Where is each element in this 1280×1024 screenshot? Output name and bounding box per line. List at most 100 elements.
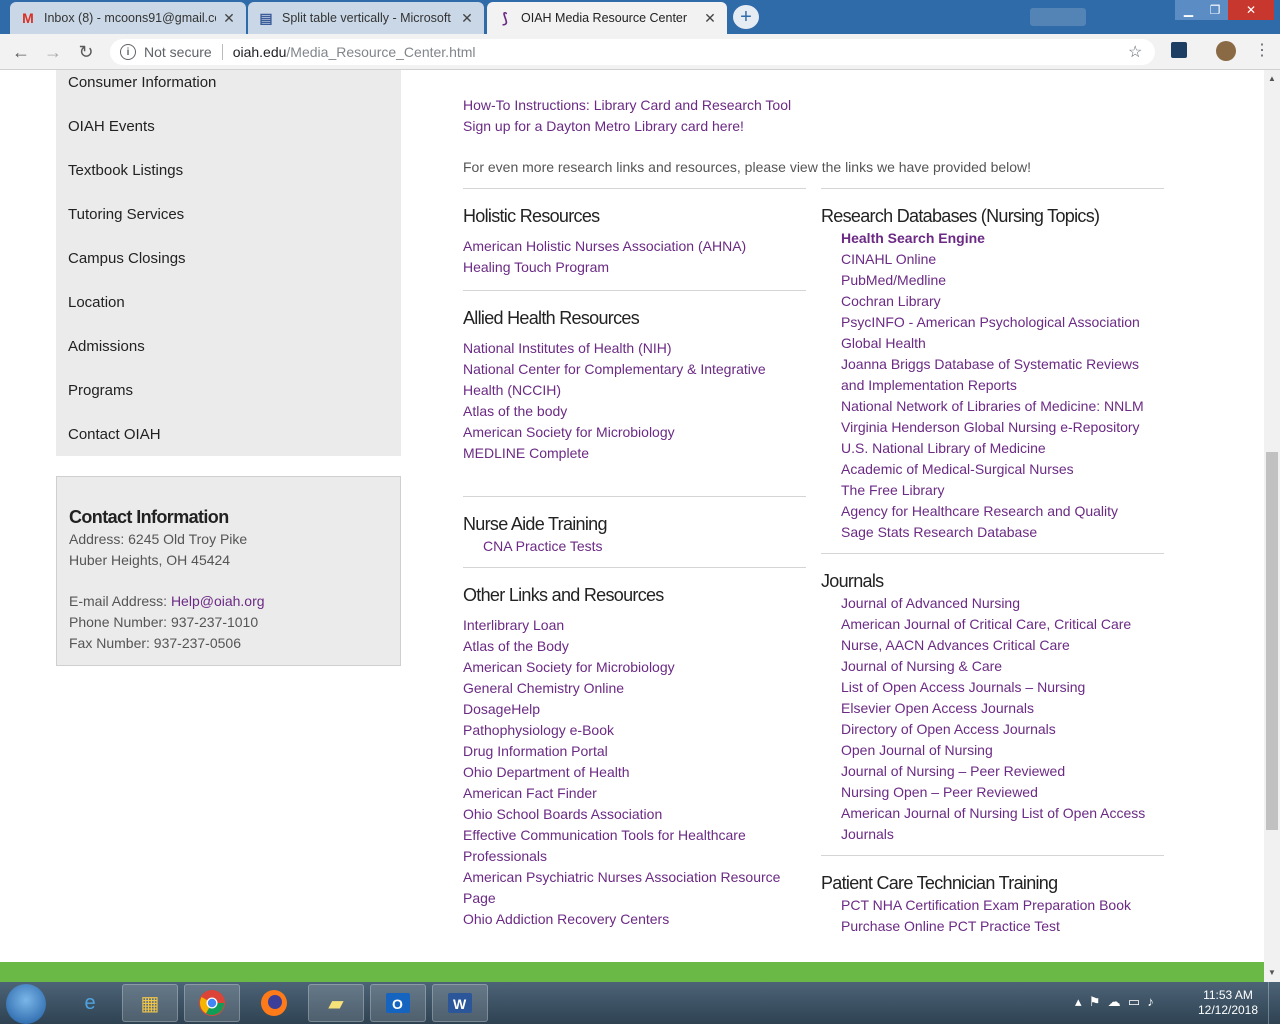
nursing-care-link[interactable]: Journal of Nursing & Care: [841, 656, 1164, 677]
us-library-medicine-link[interactable]: U.S. National Library of Medicine: [841, 438, 1164, 459]
sidebar-item-textbook-listings[interactable]: Textbook Listings: [68, 162, 183, 179]
sidebar-item-consumer-information[interactable]: Consumer Information: [68, 74, 216, 91]
intro-links: How-To Instructions: Library Card and Re…: [463, 95, 791, 137]
general-chemistry-link[interactable]: General Chemistry Online: [463, 678, 806, 699]
elsevier-link[interactable]: Elsevier Open Access Journals: [841, 698, 1164, 719]
nccih-link[interactable]: National Center for Complementary & Inte…: [463, 359, 793, 401]
back-arrow-icon[interactable]: ←: [10, 41, 32, 63]
tab-oiah-media[interactable]: ⟆ OIAH Media Resource Center ✕: [487, 2, 727, 34]
sidebar-item-location[interactable]: Location: [68, 294, 125, 311]
health-search-engine-link[interactable]: Health Search Engine: [841, 228, 1164, 249]
joanna-briggs-link[interactable]: Joanna Briggs Database of Systematic Rev…: [841, 354, 1141, 396]
sidebar-item-oiah-events[interactable]: OIAH Events: [68, 118, 155, 135]
journal-nursing-peer-link[interactable]: Journal of Nursing – Peer Reviewed: [841, 761, 1164, 782]
critical-care-link[interactable]: American Journal of Critical Care, Criti…: [841, 614, 1146, 656]
sticky-notes-icon[interactable]: ▰: [308, 984, 364, 1022]
allied-health-section: Allied Health Resources National Institu…: [463, 306, 806, 464]
psychiatric-nurses-link[interactable]: American Psychiatric Nurses Association …: [463, 867, 788, 909]
advanced-nursing-link[interactable]: Journal of Advanced Nursing: [841, 593, 1164, 614]
nnlm-link[interactable]: National Network of Libraries of Medicin…: [841, 396, 1164, 417]
psycinfo-link[interactable]: PsycINFO - American Psychological Associ…: [841, 312, 1164, 333]
sidebar-item-contact-oiah[interactable]: Contact OIAH: [68, 426, 161, 443]
close-icon[interactable]: ✕: [460, 10, 474, 27]
open-journal-nursing-link[interactable]: Open Journal of Nursing: [841, 740, 1164, 761]
medline-complete-link[interactable]: MEDLINE Complete: [463, 443, 806, 464]
scroll-up-icon[interactable]: ▲: [1268, 74, 1276, 83]
interlibrary-loan-link[interactable]: Interlibrary Loan: [463, 615, 806, 636]
new-tab-button[interactable]: +: [733, 5, 759, 29]
atlas-of-the-body-link[interactable]: Atlas of the Body: [463, 636, 806, 657]
page-scrollbar[interactable]: ▲ ▼: [1264, 70, 1280, 982]
sidebar-item-tutoring-services[interactable]: Tutoring Services: [68, 206, 184, 223]
file-explorer-icon[interactable]: ▦: [122, 984, 178, 1022]
bookmark-star-icon[interactable]: ☆: [1128, 42, 1142, 62]
pct-practice-test-link[interactable]: Purchase Online PCT Practice Test: [841, 916, 1164, 937]
menu-dots-icon[interactable]: ⋮: [1254, 40, 1270, 60]
email-label: E-mail Address:: [69, 593, 171, 609]
atlas-of-body-link[interactable]: Atlas of the body: [463, 401, 806, 422]
dayton-library-signup-link[interactable]: Sign up for a Dayton Metro Library card …: [463, 116, 791, 137]
sage-stats-link[interactable]: Sage Stats Research Database: [841, 522, 1164, 543]
free-library-link[interactable]: The Free Library: [841, 480, 1164, 501]
cna-practice-tests-link[interactable]: CNA Practice Tests: [483, 536, 806, 557]
healing-touch-link[interactable]: Healing Touch Program: [463, 257, 806, 278]
forward-arrow-icon[interactable]: →: [42, 41, 64, 63]
nursing-open-link[interactable]: Nursing Open – Peer Reviewed: [841, 782, 1164, 803]
nih-link[interactable]: National Institutes of Health (NIH): [463, 338, 806, 359]
pct-book-link[interactable]: PCT NHA Certification Exam Preparation B…: [841, 895, 1164, 916]
show-desktop-button[interactable]: [1268, 982, 1280, 1024]
internet-explorer-icon[interactable]: e: [62, 984, 118, 1022]
ahrq-link[interactable]: Agency for Healthcare Research and Quali…: [841, 501, 1164, 522]
doaj-link[interactable]: Directory of Open Access Journals: [841, 719, 1164, 740]
email-link[interactable]: Help@oiah.org: [171, 593, 265, 609]
addiction-recovery-link[interactable]: Ohio Addiction Recovery Centers: [463, 909, 806, 930]
microbiology-link[interactable]: American Society for Microbiology: [463, 422, 806, 443]
minimize-button[interactable]: ▁: [1175, 0, 1202, 20]
ohio-school-boards-link[interactable]: Ohio School Boards Association: [463, 804, 806, 825]
cochran-library-link[interactable]: Cochran Library: [841, 291, 1164, 312]
sidebar-item-programs[interactable]: Programs: [68, 382, 133, 399]
address-bar[interactable]: i Not secure oiah.edu/Media_Resource_Cen…: [110, 39, 1155, 65]
scrollbar-thumb[interactable]: [1266, 452, 1278, 830]
chrome-icon[interactable]: [184, 984, 240, 1022]
extension-icon[interactable]: [1171, 42, 1187, 58]
start-button[interactable]: [6, 984, 46, 1024]
divider: [463, 567, 806, 568]
virginia-henderson-link[interactable]: Virginia Henderson Global Nursing e-Repo…: [841, 417, 1164, 438]
maximize-button[interactable]: ❐: [1202, 0, 1228, 20]
tab-microsoft-doc[interactable]: ▤ Split table vertically - Microsoft O ✕: [248, 2, 484, 34]
close-icon[interactable]: ✕: [222, 10, 236, 27]
clock[interactable]: 11:53 AM 12/12/2018: [1192, 988, 1264, 1018]
communication-tools-link[interactable]: Effective Communication Tools for Health…: [463, 825, 783, 867]
system-tray[interactable]: ▴ ⚑ ☁ ▭ ♪: [1075, 994, 1154, 1010]
close-icon[interactable]: ✕: [703, 10, 717, 27]
ahna-link[interactable]: American Holistic Nurses Association (AH…: [463, 236, 806, 257]
american-fact-finder-link[interactable]: American Fact Finder: [463, 783, 806, 804]
microbiology-link[interactable]: American Society for Microbiology: [463, 657, 806, 678]
scroll-down-icon[interactable]: ▼: [1268, 968, 1276, 977]
ohio-health-dept-link[interactable]: Ohio Department of Health: [463, 762, 806, 783]
firefox-icon[interactable]: [246, 984, 302, 1022]
global-health-link[interactable]: Global Health: [841, 333, 1164, 354]
pathophysiology-ebook-link[interactable]: Pathophysiology e-Book: [463, 720, 806, 741]
profile-avatar[interactable]: [1216, 41, 1236, 61]
profile-button[interactable]: [1030, 8, 1086, 26]
reload-icon[interactable]: ↻: [75, 41, 97, 63]
tab-gmail[interactable]: M Inbox (8) - mcoons91@gmail.com ✕: [10, 2, 246, 34]
cinahl-link[interactable]: CINAHL Online: [841, 249, 1164, 270]
info-icon[interactable]: i: [120, 44, 136, 60]
sidebar-item-campus-closings[interactable]: Campus Closings: [68, 250, 186, 267]
drug-information-link[interactable]: Drug Information Portal: [463, 741, 806, 762]
plus-icon: +: [740, 5, 752, 28]
ajn-open-access-link[interactable]: American Journal of Nursing List of Open…: [841, 803, 1151, 845]
dosagehelp-link[interactable]: DosageHelp: [463, 699, 806, 720]
library-card-instructions-link[interactable]: How-To Instructions: Library Card and Re…: [463, 95, 791, 116]
outlook-icon[interactable]: O: [370, 984, 426, 1022]
window-close-button[interactable]: ✕: [1228, 0, 1274, 20]
open-access-nursing-link[interactable]: List of Open Access Journals – Nursing: [841, 677, 1164, 698]
gmail-icon: M: [22, 10, 34, 26]
sidebar-item-admissions[interactable]: Admissions: [68, 338, 145, 355]
word-icon[interactable]: W: [432, 984, 488, 1022]
medical-surgical-nurses-link[interactable]: Academic of Medical-Surgical Nurses: [841, 459, 1164, 480]
pubmed-link[interactable]: PubMed/Medline: [841, 270, 1164, 291]
